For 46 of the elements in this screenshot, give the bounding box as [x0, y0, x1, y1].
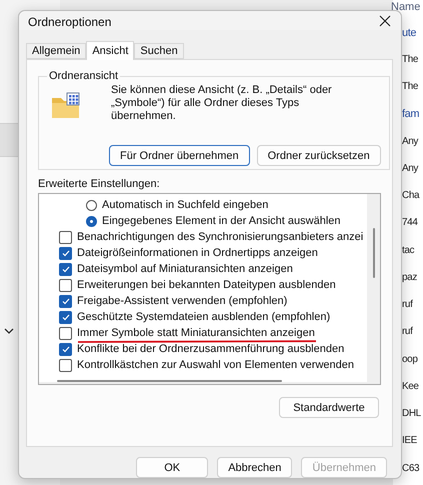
checkmark-icon: [62, 314, 70, 320]
group-heading: fam: [401, 107, 420, 122]
checkbox[interactable]: [59, 310, 72, 324]
checkbox[interactable]: [59, 262, 72, 276]
option-label: Geschützte Systemdateien ausblenden (empfohlen): [77, 311, 330, 323]
group-title: Ordneransicht: [48, 70, 120, 82]
checkmark-icon: [62, 250, 70, 256]
checkbox[interactable]: [59, 342, 72, 356]
option-label: Automatisch in Suchfeld eingeben: [102, 199, 268, 211]
close-icon[interactable]: [379, 14, 391, 26]
checkbox[interactable]: [59, 230, 72, 244]
option-label: Immer Symbole statt Miniaturansichten anzeigen: [77, 327, 315, 339]
description-text: Sie können diese Ansicht (z. B. „Details“ oder „Symbole“) für alle Ordner dieses Typs übernehmen.: [111, 84, 333, 123]
radio-button[interactable]: [86, 216, 97, 226]
option-label: Eingegebenes Element in der Ansicht auswählen: [102, 215, 340, 227]
tab[interactable]: Suchen: [134, 43, 184, 59]
tab[interactable]: Allgemein: [26, 43, 86, 59]
dialog-button[interactable]: OK: [136, 457, 208, 478]
window-title: Ordneroptionen: [28, 14, 112, 28]
option-label: Freigabe-Assistent verwenden (empfohlen): [77, 295, 288, 307]
option-label: Dateigrößeinformationen in Ordnertipps anzeigen: [77, 247, 318, 259]
radio-button[interactable]: [86, 200, 97, 210]
checkbox[interactable]: [59, 358, 72, 372]
option-label: Benachrichtigungen des Synchronisierungsanbieters anzei: [77, 231, 364, 243]
folder-button[interactable]: Ordner zurücksetzen: [256, 145, 381, 166]
defaults-button[interactable]: Standardwerte: [279, 397, 379, 418]
checkmark-icon: [62, 298, 70, 304]
option-label: Konflikte bei der Ordnerzusammenführung ausblenden: [77, 343, 344, 355]
checkmark-icon: [62, 266, 70, 272]
option-label: Erweiterungen bei bekannten Dateitypen ausblenden: [77, 279, 336, 291]
dialog-button[interactable]: Abbrechen: [217, 457, 292, 478]
option-label: Kontrollkästchen zur Auswahl von Elementen verwenden: [77, 359, 354, 371]
checkbox[interactable]: [59, 294, 72, 308]
chevron-down-icon[interactable]: [4, 327, 14, 335]
tab[interactable]: Ansicht: [86, 41, 134, 60]
checkbox[interactable]: [59, 278, 72, 292]
section-label: Erweiterte Einstellungen:: [38, 178, 161, 190]
scrollbar-thumb[interactable]: [373, 228, 375, 278]
group-heading: ute: [401, 26, 418, 41]
checkbox[interactable]: [59, 246, 72, 260]
checkbox[interactable]: [59, 326, 72, 340]
scrollbar-thumb[interactable]: [57, 380, 282, 382]
folder-icon: [51, 92, 81, 119]
checkmark-icon: [62, 346, 70, 352]
folder-button[interactable]: Für Ordner übernehmen: [109, 145, 250, 166]
option-label: Dateisymbol auf Miniaturansichten anzeigen: [77, 263, 293, 275]
